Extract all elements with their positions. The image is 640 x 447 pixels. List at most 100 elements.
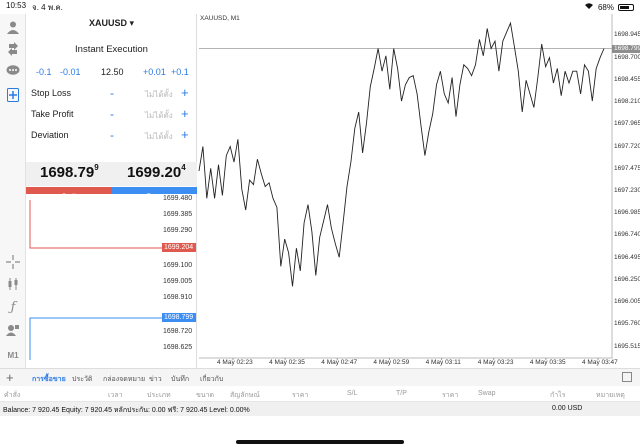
x-tick-label: 4 May 02:23 [217, 359, 253, 366]
account-summary: Balance: 7 920.45 Equity: 7 920.45 หลักป… [3, 407, 250, 414]
deviation-label: Deviation [31, 130, 69, 140]
current-price-badge: 1698.799 [612, 44, 640, 53]
account-summary-row: Balance: 7 920.45 Equity: 7 920.45 หลักป… [0, 402, 640, 416]
col-price: ราคา [292, 392, 309, 399]
deviation-row: Deviation - ไม่ได้ตั้ง + [26, 127, 197, 144]
deviation-input[interactable]: ไม่ได้ตั้ง [145, 130, 173, 143]
x-tick-label: 4 May 03:11 [425, 359, 461, 366]
x-tick-label: 4 May 03:23 [477, 359, 514, 366]
stop-loss-plus-button[interactable]: + [181, 85, 189, 100]
symbol-name: XAUUSD [88, 18, 127, 28]
tick-price-label: 1698.625 [163, 344, 193, 351]
y-tick-label: 1696.495 [614, 253, 640, 261]
x-tick-label: 4 May 02:47 [321, 359, 358, 366]
chart-canvas [198, 14, 613, 360]
home-indicator[interactable] [236, 440, 404, 444]
volume-plus-small-button[interactable]: +0.01 [143, 67, 166, 77]
take-profit-label: Take Profit [31, 109, 74, 119]
trade-arrows-icon[interactable] [4, 40, 22, 58]
col-sl: S/L [347, 390, 358, 397]
candlestick-icon[interactable] [4, 275, 22, 293]
y-tick-label: 1695.515 [614, 342, 640, 350]
stop-loss-minus-button[interactable]: - [110, 86, 114, 100]
col-price-cur: ราคา [442, 392, 459, 399]
battery-percent: 68% [597, 2, 614, 12]
tab-news[interactable]: ข่าว [149, 374, 162, 385]
tick-chart-lines [29, 200, 162, 360]
battery-icon [618, 3, 634, 11]
chat-icon[interactable] [4, 62, 22, 80]
x-tick-label: 4 May 03:35 [529, 359, 566, 366]
tick-price-label: 1699.385 [163, 211, 193, 218]
col-swap: Swap [478, 390, 496, 397]
volume-input[interactable]: 12.50 [101, 67, 124, 77]
x-tick-label: 4 May 02:59 [373, 359, 410, 366]
account-icon[interactable] [4, 18, 22, 36]
tick-price-label: 1699.290 [163, 227, 193, 234]
y-tick-label: 1695.760 [614, 320, 640, 328]
status-date: จ. 4 พ.ค. [32, 2, 63, 12]
col-tp: T/P [396, 390, 407, 397]
mt5-terminal-window: 10:53 จ. 4 พ.ค. 68% ƒ M1 XAUUSD ▾ Instan… [0, 0, 640, 447]
y-tick-label: 1698.700 [614, 53, 640, 61]
tab-about[interactable]: เกี่ยวกับ [200, 374, 223, 385]
col-symbol: สัญลักษณ์ [230, 392, 260, 399]
ask-tick-line [29, 200, 162, 249]
take-profit-input[interactable]: ไม่ได้ตั้ง [145, 109, 173, 122]
y-tick-label: 1696.740 [614, 231, 640, 239]
stop-loss-label: Stop Loss [31, 88, 72, 98]
tab-journal[interactable]: บันทึก [171, 374, 189, 385]
col-comment: หมายเหตุ [596, 392, 625, 399]
tab-history[interactable]: ประวัติ [72, 374, 92, 385]
timeframe-m1-icon[interactable]: M1 [4, 346, 22, 364]
symbol-selector[interactable]: XAUUSD ▾ [26, 18, 197, 29]
new-order-icon[interactable] [4, 86, 22, 104]
toolbox-tabs: + การซื้อขาย ประวัติ กล่องจดหมาย ข่าว บั… [0, 368, 640, 386]
tick-chart: 1699.480 1699.385 1699.290 1699.204 1699… [26, 194, 197, 368]
deviation-minus-button[interactable]: - [110, 128, 114, 142]
price-series-line [198, 21, 605, 287]
take-profit-minus-button[interactable]: - [110, 107, 114, 121]
y-tick-label: 1698.210 [614, 98, 640, 106]
plot-border [199, 14, 613, 359]
col-profit: กำไร [550, 392, 566, 399]
price-chart[interactable]: XAUUSD, M1 1698.945 1698.700 1698.455 1698.… [197, 14, 640, 368]
indicators-function-icon[interactable]: ƒ [4, 298, 22, 316]
volume-plus-large-button[interactable]: +0.1 [171, 67, 189, 77]
tab-trade[interactable]: การซื้อขาย [32, 374, 66, 385]
objects-icon[interactable] [4, 321, 22, 339]
bid-price: 1698.799 [40, 163, 99, 181]
expand-icon[interactable] [622, 372, 632, 382]
col-order: คำสั่ง [4, 392, 21, 399]
execution-type[interactable]: Instant Execution [26, 44, 197, 55]
tick-price-label: 1698.720 [163, 328, 193, 335]
y-tick-label: 1698.455 [614, 75, 640, 83]
left-toolbar: ƒ M1 [0, 14, 26, 368]
tab-mailbox[interactable]: กล่องจดหมาย [103, 374, 145, 385]
y-tick-label: 1696.985 [614, 209, 640, 217]
volume-minus-large-button[interactable]: -0.1 [36, 67, 52, 77]
ask-price-badge: 1699.204 [162, 243, 196, 252]
tick-price-label: 1698.910 [163, 294, 193, 301]
y-tick-label: 1697.230 [614, 187, 640, 194]
bid-tick-line [29, 317, 162, 360]
stop-loss-input[interactable]: ไม่ได้ตั้ง [145, 88, 173, 101]
tick-price-label: 1699.005 [163, 278, 193, 285]
volume-stepper: -0.1 -0.01 12.50 +0.01 +0.1 [26, 67, 197, 81]
volume-minus-small-button[interactable]: -0.01 [60, 67, 81, 77]
x-tick-label: 4 May 02:35 [269, 359, 305, 366]
col-time: เวลา [108, 392, 123, 399]
y-tick-label: 1696.005 [614, 298, 640, 306]
crosshair-icon[interactable] [4, 253, 22, 271]
stop-loss-row: Stop Loss - ไม่ได้ตั้ง + [26, 85, 197, 102]
col-type: ประเภท [147, 392, 171, 399]
x-tick-label: 4 May 03:47 [582, 359, 618, 366]
plus-icon[interactable]: + [6, 370, 14, 385]
col-volume: ขนาด [196, 392, 215, 399]
take-profit-plus-button[interactable]: + [181, 106, 189, 121]
chevron-down-icon: ▾ [129, 18, 135, 28]
deviation-plus-button[interactable]: + [181, 127, 189, 142]
wifi-icon [584, 2, 594, 12]
y-tick-label: 1696.250 [614, 275, 640, 283]
y-tick-label: 1698.945 [614, 31, 640, 39]
